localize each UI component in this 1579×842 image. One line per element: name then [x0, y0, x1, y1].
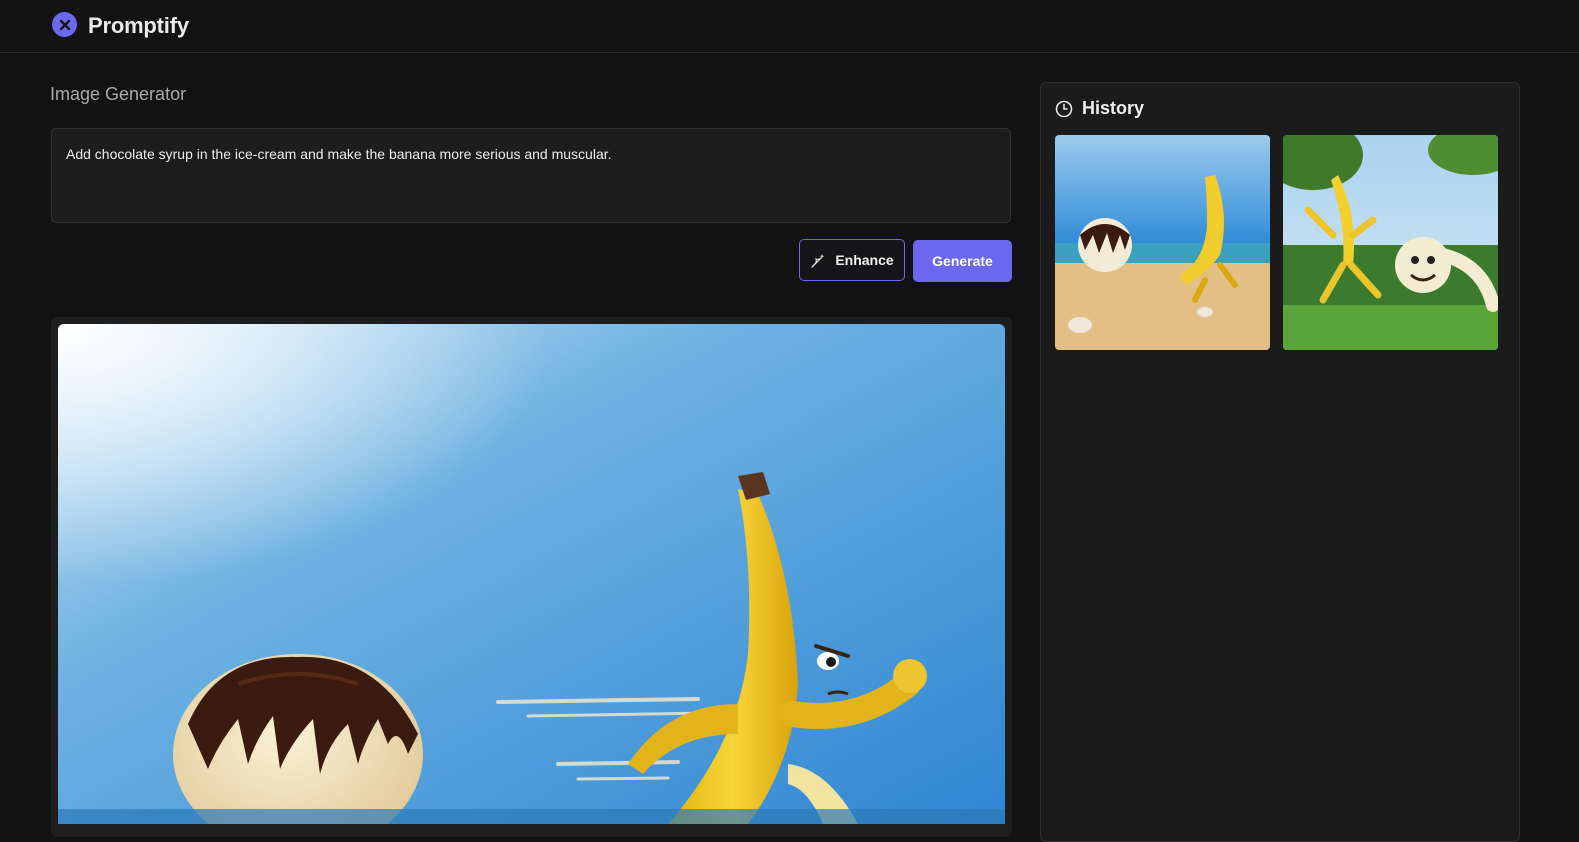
- enhance-button[interactable]: Enhance: [799, 239, 905, 281]
- generated-image: [58, 324, 1005, 824]
- enhance-label: Enhance: [835, 252, 894, 268]
- magic-wand-icon: [810, 252, 827, 269]
- page-title: Image Generator: [50, 84, 187, 104]
- clock-icon: [1055, 100, 1073, 118]
- generate-button[interactable]: Generate: [913, 240, 1012, 282]
- close-circle-icon[interactable]: [52, 12, 77, 37]
- history-title: History: [1082, 98, 1145, 118]
- app-name: Promptify: [88, 13, 189, 38]
- prompt-input[interactable]: Add chocolate syrup in the ice-cream and…: [51, 128, 1011, 223]
- history-header: History: [1055, 98, 1144, 119]
- top-bar: Promptify: [0, 0, 1579, 53]
- history-item[interactable]: [1283, 135, 1498, 350]
- history-item[interactable]: [1055, 135, 1270, 350]
